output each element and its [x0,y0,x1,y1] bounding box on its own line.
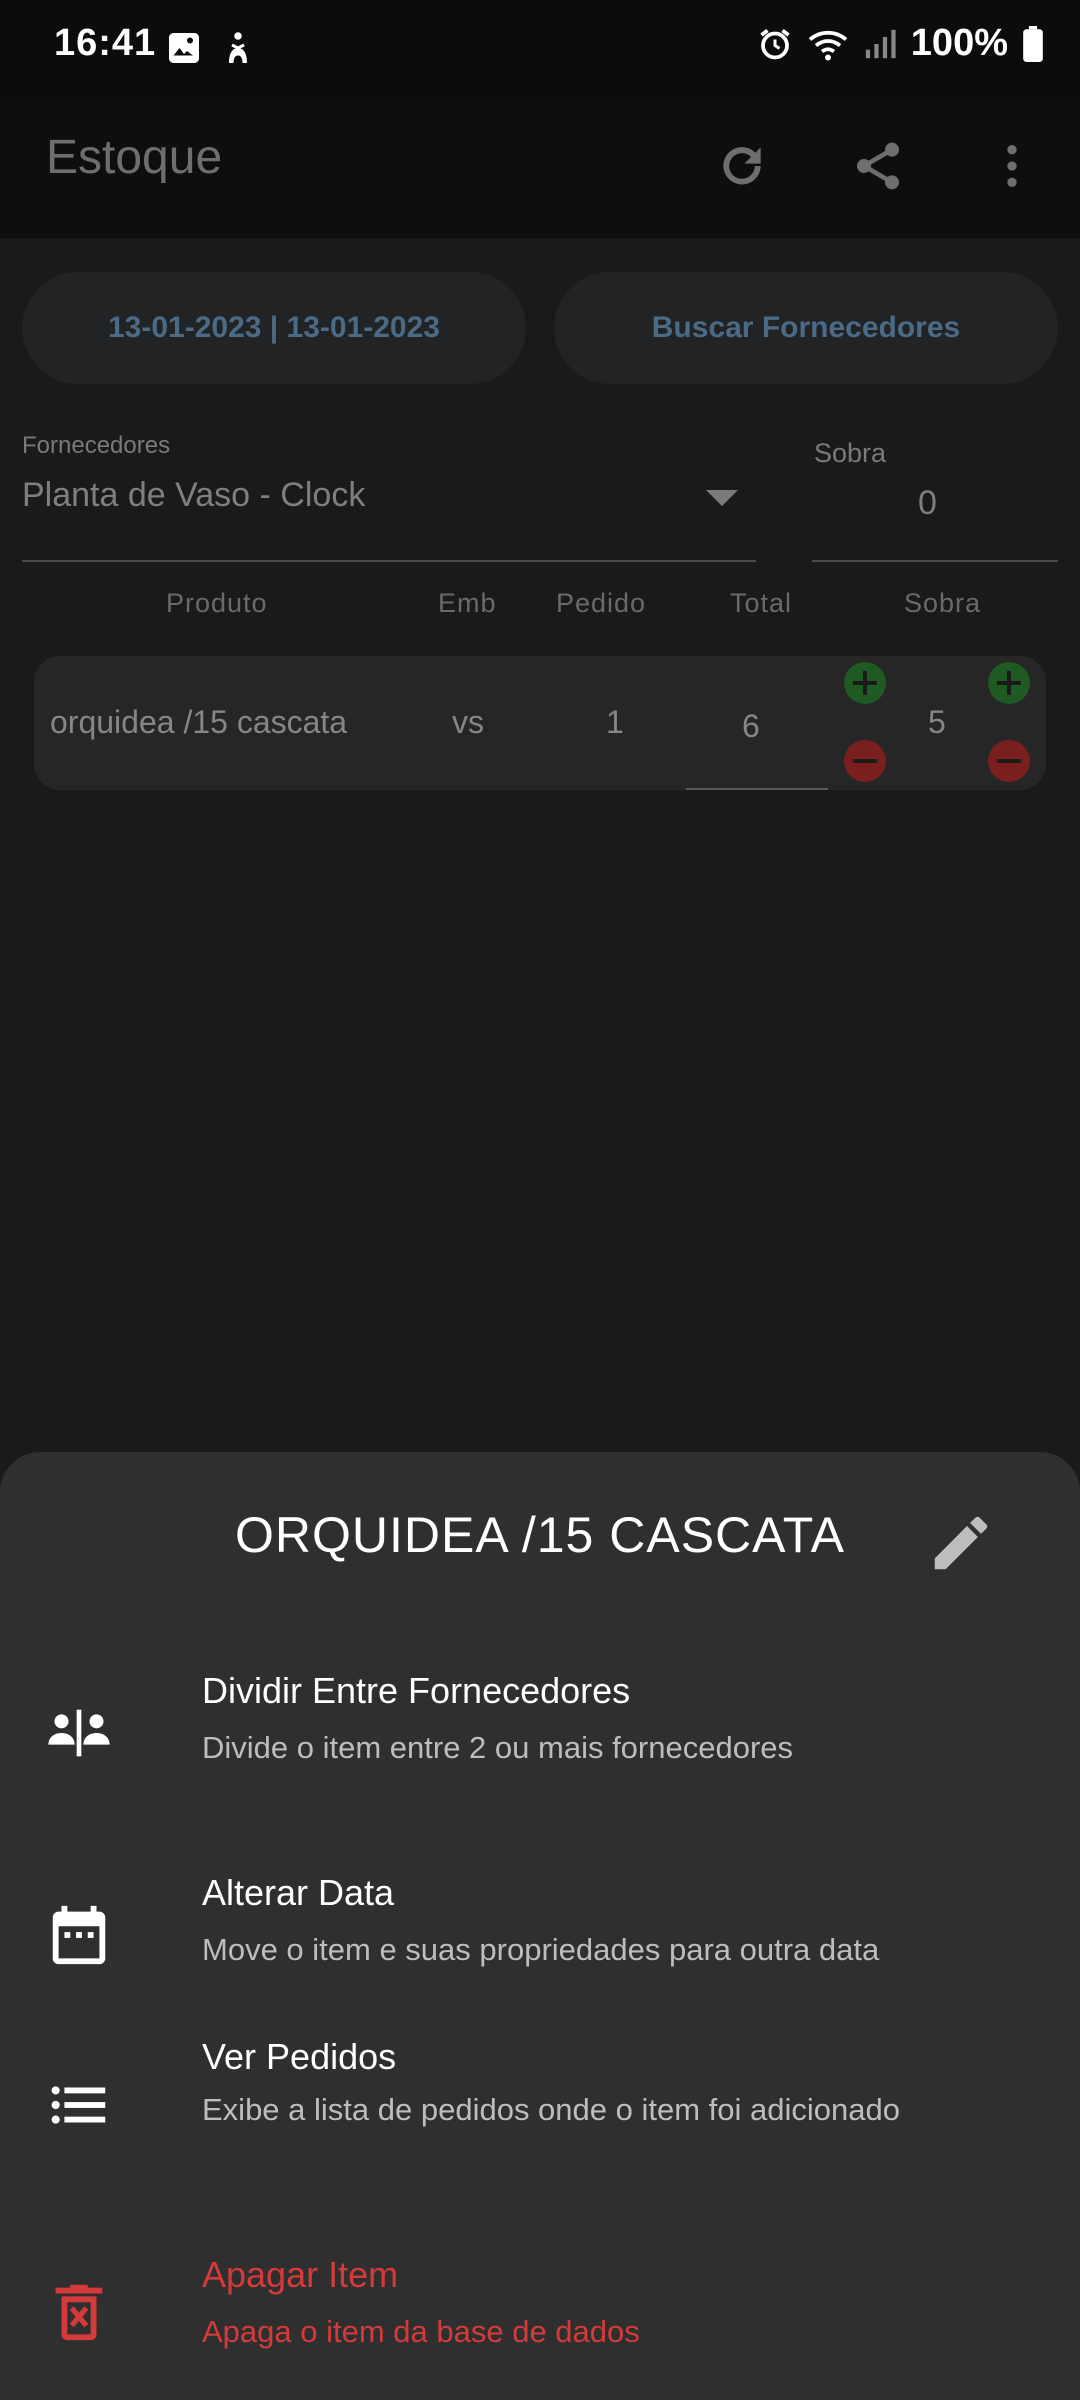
total-underline [686,788,828,790]
col-header-total: Total [730,588,793,618]
signal-icon [865,29,896,58]
bottom-sheet: ORQUIDEA /15 CASCATA Dividir Entre Forne… [0,1452,1080,2400]
battery-percent: 100% [910,22,1008,64]
app-title: Estoque [46,131,223,184]
option-subtitle: Exibe a lista de pedidos onde o item foi… [202,2092,900,2127]
more-options-button[interactable] [972,126,1052,206]
option-title: Ver Pedidos [202,2036,397,2077]
col-header-emb: Emb [438,588,497,618]
leftover-label: Sobra [814,438,887,468]
option-title: Alterar Data [202,1872,395,1913]
row-sobra: 5 [928,704,946,740]
more-vert-icon [1007,145,1017,187]
leftover-underline [812,560,1058,562]
status-time: 16:41 [54,22,157,64]
option-delete-item[interactable]: Apagar Item Apaga o item da base de dado… [0,2254,1080,2374]
image-icon [169,33,199,63]
option-subtitle: Move o item e suas propriedades para out… [202,1932,880,1967]
list-icon [51,2086,106,2124]
app-bar: Estoque [0,96,1080,238]
chevron-down-icon[interactable] [704,488,740,508]
supplier-underline [22,560,756,562]
row-produto: orquidea /15 cascata [50,704,348,740]
col-header-sobra: Sobra [904,588,982,618]
status-right: 100% [757,22,1044,65]
wifi-icon [808,30,848,60]
edit-icon[interactable] [926,1508,996,1578]
leftover-input[interactable]: 0 [918,484,937,523]
status-bar: 16:41 100% [0,0,1080,96]
option-subtitle: Divide o item entre 2 ou mais fornecedor… [202,1730,794,1765]
total-plus-button[interactable] [844,662,886,704]
option-change-date[interactable]: Alterar Data Move o item e suas propried… [0,1872,1080,2002]
date-range-button[interactable]: 13-01-2023 | 13-01-2023 [22,272,526,384]
accessibility-icon [229,32,247,63]
product-row[interactable]: orquidea /15 cascata vs 1 6 5 [34,656,1046,790]
delete-icon [55,2284,103,2341]
split-people-icon [48,1709,110,1757]
col-header-pedido: Pedido [556,588,647,618]
row-emb: vs [452,704,484,740]
option-split-suppliers[interactable]: Dividir Entre Fornecedores Divide o item… [0,1670,1080,1820]
row-total-input[interactable]: 6 [742,708,760,745]
refresh-icon [723,147,761,185]
option-title: Dividir Entre Fornecedores [202,1670,631,1711]
alarm-icon [760,28,790,59]
battery-icon [1023,25,1043,62]
refresh-button[interactable] [702,126,782,206]
status-left-icons [166,30,256,66]
share-button[interactable] [838,126,918,206]
option-view-orders[interactable]: Ver Pedidos Exibe a lista de pedidos ond… [0,2036,1080,2186]
sobra-minus-button[interactable] [988,740,1030,782]
row-pedido: 1 [606,704,624,740]
total-minus-button[interactable] [844,740,886,782]
option-subtitle: Apaga o item da base de dados [202,2314,640,2349]
sheet-title: ORQUIDEA /15 CASCATA [235,1507,845,1563]
sobra-plus-button[interactable] [988,662,1030,704]
supplier-dropdown[interactable]: Planta de Vaso - Clock [22,476,365,515]
search-suppliers-button[interactable]: Buscar Fornecedores [554,272,1058,384]
share-icon [857,142,899,190]
col-header-produto: Produto [166,588,268,618]
option-title: Apagar Item [202,2254,399,2295]
supplier-label: Fornecedores [22,432,171,459]
calendar-icon [52,1905,106,1965]
